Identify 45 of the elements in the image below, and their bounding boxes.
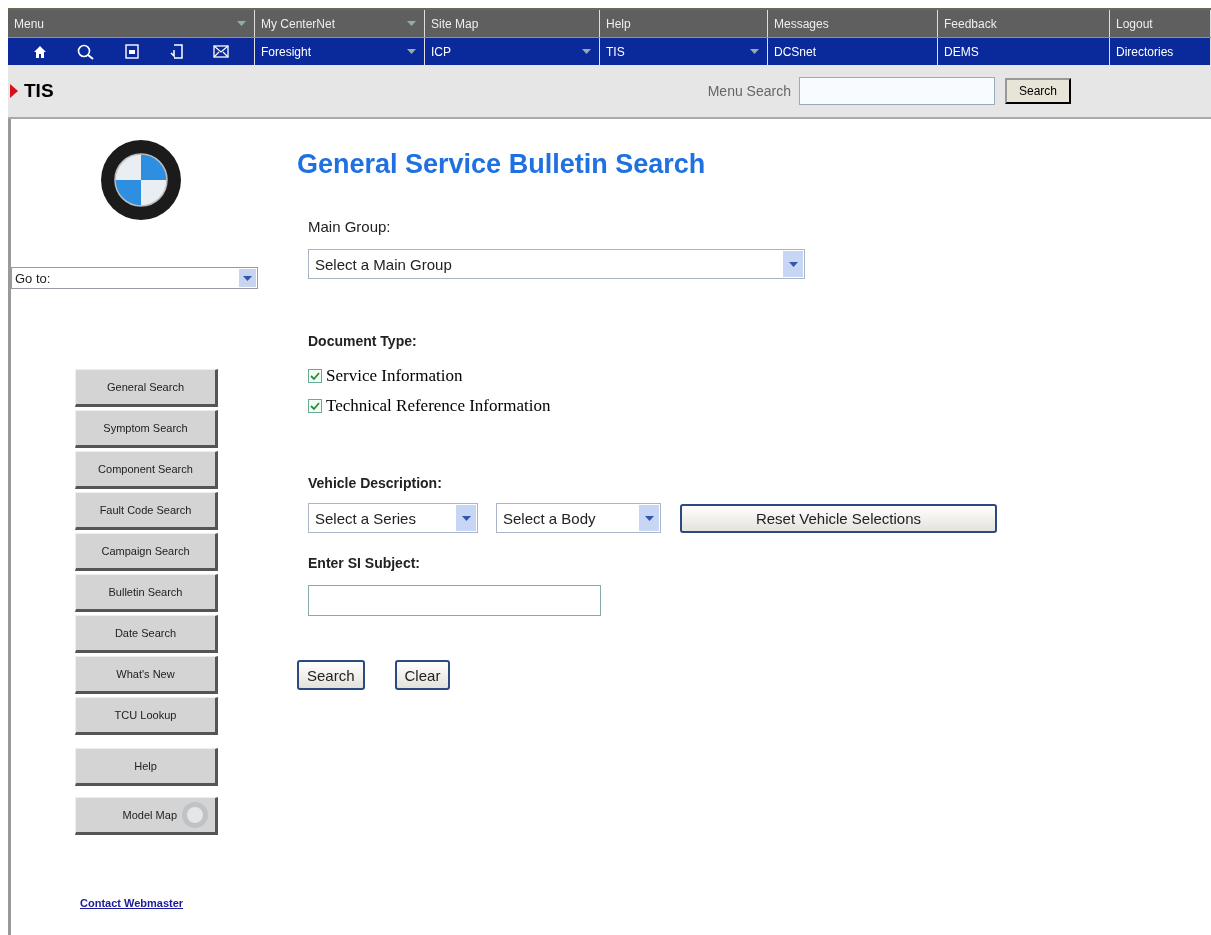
reset-button[interactable]: Reset Vehicle Selections (680, 503, 997, 533)
form-button[interactable]: Clear (394, 660, 451, 690)
goto-dropdown[interactable]: Go to: (11, 267, 258, 289)
sidebar-button[interactable]: Fault Code Search (75, 492, 218, 530)
home-icon[interactable] (33, 44, 48, 59)
caret-icon (644, 515, 654, 521)
subject-field[interactable] (308, 585, 601, 616)
sidebar-button[interactable]: Date Search (75, 615, 218, 653)
main-group-dropdown[interactable]: Select a Main Group (308, 249, 805, 279)
sidebar-button[interactable]: Help (75, 748, 218, 786)
form-button[interactable]: Search (297, 660, 365, 690)
sidebar-button[interactable]: Bulletin Search (75, 574, 218, 612)
sidebar-button[interactable]: Symptom Search (75, 410, 218, 448)
sidebar-button[interactable]: Component Search (75, 451, 218, 489)
field-label: Main Group: (308, 218, 392, 235)
field-label: Document Type: (308, 333, 418, 349)
sidebar-button[interactable]: Model Map (75, 797, 218, 835)
caret-icon (461, 515, 471, 521)
contact-link[interactable]: Contact Webmaster (80, 897, 260, 909)
triangle-icon (10, 84, 18, 98)
checkbox[interactable] (308, 399, 322, 413)
mail-icon[interactable] (212, 45, 229, 58)
logo-icon (99, 139, 182, 221)
sidebar-button[interactable]: Campaign Search (75, 533, 218, 571)
calendar-icon[interactable] (125, 44, 140, 59)
page-title: General Service Bulletin Search (297, 149, 707, 180)
globe-icon (181, 801, 209, 829)
search-button[interactable]: Search (1004, 78, 1071, 104)
sidebar-button[interactable]: What's New (75, 656, 218, 694)
section-title: TIS (24, 80, 54, 102)
sidebar-button[interactable]: General Search (75, 369, 218, 407)
field-label: Vehicle Description: (308, 475, 443, 491)
body-dropdown[interactable]: Select a Body (496, 503, 661, 533)
caret-icon (243, 275, 252, 281)
sidebar-button[interactable]: TCU Lookup (75, 697, 218, 735)
series-dropdown[interactable]: Select a Series (308, 503, 478, 533)
checkbox[interactable] (308, 369, 322, 383)
search-icon[interactable] (77, 43, 96, 60)
field-label: Enter SI Subject: (308, 555, 422, 571)
checkbox-label: Service Information (326, 366, 463, 386)
caret-icon (788, 261, 798, 267)
search-label: Menu Search (707, 83, 791, 99)
checkbox-label: Technical Reference Information (326, 396, 551, 416)
menu-search-field[interactable] (798, 77, 995, 105)
document-icon[interactable] (169, 44, 183, 59)
